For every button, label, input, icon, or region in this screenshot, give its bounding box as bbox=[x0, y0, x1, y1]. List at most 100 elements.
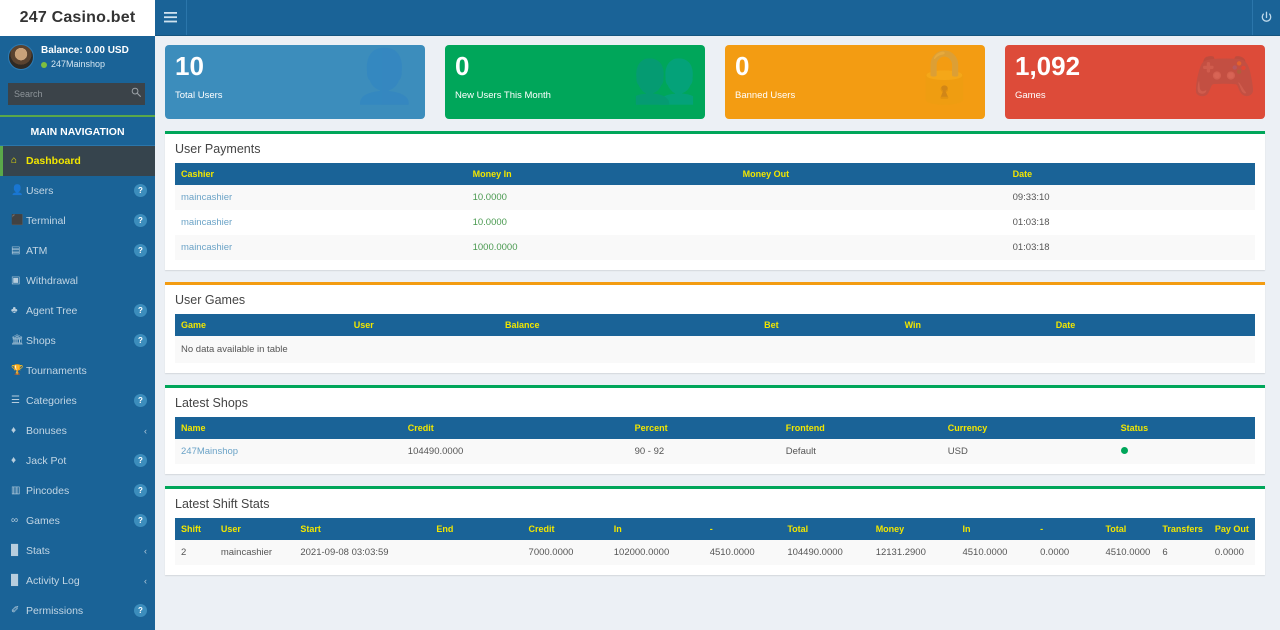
user-icon: 👤 bbox=[11, 185, 26, 196]
chart-icon: █ bbox=[11, 575, 26, 586]
col-date[interactable]: Date bbox=[1007, 163, 1255, 185]
help-badge[interactable]: ? bbox=[134, 604, 147, 617]
stat-box-games[interactable]: 1,092Games🎮 bbox=[1005, 45, 1265, 119]
sidebar-item-label: Games bbox=[26, 515, 134, 527]
users-group-icon: 👥 bbox=[632, 51, 697, 103]
sidebar-item-jack-pot[interactable]: ♦Jack Pot? bbox=[0, 446, 155, 476]
col-bet[interactable]: Bet bbox=[758, 314, 898, 336]
col-money-8[interactable]: Money bbox=[870, 518, 957, 540]
col-user-1[interactable]: User bbox=[215, 518, 295, 540]
cell-shift: 2 bbox=[175, 540, 215, 565]
col-credit[interactable]: Credit bbox=[402, 417, 629, 439]
sidebar-item-atm[interactable]: ▤ATM? bbox=[0, 236, 155, 266]
sidebar-item-shops[interactable]: 🏛Shops? bbox=[0, 326, 155, 356]
app-logo[interactable]: 247 Casino.bet bbox=[0, 0, 155, 36]
cell-money-in: 1000.0000 bbox=[467, 235, 737, 260]
col-money-out[interactable]: Money Out bbox=[737, 163, 1007, 185]
sidebar-item-bonuses[interactable]: ♦Bonuses‹ bbox=[0, 416, 155, 446]
col-frontend[interactable]: Frontend bbox=[780, 417, 942, 439]
col-name[interactable]: Name bbox=[175, 417, 402, 439]
cell-cashier: maincashier bbox=[175, 185, 467, 210]
search-input[interactable] bbox=[14, 89, 131, 99]
sidebar-item-withdrawal[interactable]: ▣Withdrawal bbox=[0, 266, 155, 296]
card-title: Latest Shift Stats bbox=[165, 489, 1265, 518]
help-badge[interactable]: ? bbox=[134, 244, 147, 257]
sidebar-item-agent-tree[interactable]: ♣Agent Tree? bbox=[0, 296, 155, 326]
col-pay-out-13[interactable]: Pay Out bbox=[1209, 518, 1255, 540]
sidebar-item-label: Activity Log bbox=[26, 575, 144, 587]
sidebar-item-api-keys[interactable]: ⚷API Keys? bbox=[0, 626, 155, 630]
stat-boxes: 10Total Users👤 0New Users This Month👥 0Ban… bbox=[165, 45, 1265, 119]
col-status[interactable]: Status bbox=[1115, 417, 1255, 439]
card-latest-shift-stats: Latest Shift Stats ShiftUserStartEndCred… bbox=[165, 486, 1265, 575]
cell-money-out bbox=[737, 235, 1007, 260]
cell-start: 2021-09-08 03:03:59 bbox=[294, 540, 430, 565]
shop-row: 247Mainshop bbox=[41, 59, 129, 71]
card-title: User Games bbox=[165, 285, 1265, 314]
search-box[interactable] bbox=[8, 83, 145, 105]
col-in-5[interactable]: In bbox=[608, 518, 704, 540]
sidebar-item-categories[interactable]: ☰Categories? bbox=[0, 386, 155, 416]
online-status-icon bbox=[41, 62, 47, 68]
col-transfers-12[interactable]: Transfers bbox=[1156, 518, 1209, 540]
help-badge[interactable]: ? bbox=[134, 334, 147, 347]
sidebar-item-dashboard[interactable]: ⌂Dashboard bbox=[0, 146, 155, 176]
stat-box-new-users-this-month[interactable]: 0New Users This Month👥 bbox=[445, 45, 705, 119]
col--10[interactable]: - bbox=[1034, 518, 1099, 540]
col-end-3[interactable]: End bbox=[430, 518, 522, 540]
help-badge[interactable]: ? bbox=[134, 304, 147, 317]
col-win[interactable]: Win bbox=[899, 314, 1050, 336]
help-badge[interactable]: ? bbox=[134, 394, 147, 407]
sidebar-item-stats[interactable]: █Stats‹ bbox=[0, 536, 155, 566]
col-user[interactable]: User bbox=[348, 314, 499, 336]
card-title: Latest Shops bbox=[165, 388, 1265, 417]
chevron-left-icon[interactable]: ‹ bbox=[144, 426, 147, 436]
col-in-9[interactable]: In bbox=[956, 518, 1034, 540]
col-credit-4[interactable]: Credit bbox=[523, 518, 608, 540]
sidebar-item-permissions[interactable]: ✐Permissions? bbox=[0, 596, 155, 626]
sidebar-item-tournaments[interactable]: 🏆Tournaments bbox=[0, 356, 155, 386]
col-balance[interactable]: Balance bbox=[499, 314, 758, 336]
col-cashier[interactable]: Cashier bbox=[175, 163, 467, 185]
help-badge[interactable]: ? bbox=[134, 514, 147, 527]
col-money-in[interactable]: Money In bbox=[467, 163, 737, 185]
cell-transfers: 6 bbox=[1156, 540, 1209, 565]
col-date[interactable]: Date bbox=[1050, 314, 1255, 336]
col-total-11[interactable]: Total bbox=[1099, 518, 1156, 540]
help-badge[interactable]: ? bbox=[134, 214, 147, 227]
cashier-link[interactable]: maincashier bbox=[181, 217, 232, 228]
page-wrapper: Balance: 0.00 USD 247Mainshop MAIN NAVIG… bbox=[0, 36, 1280, 630]
sidebar-profile[interactable]: Balance: 0.00 USD 247Mainshop bbox=[0, 36, 155, 77]
help-badge[interactable]: ? bbox=[134, 184, 147, 197]
search-icon[interactable] bbox=[131, 87, 141, 100]
sidebar-item-terminal[interactable]: ⬛Terminal? bbox=[0, 206, 155, 236]
sidebar-item-label: Categories bbox=[26, 395, 134, 407]
sidebar-item-pincodes[interactable]: ▥Pincodes? bbox=[0, 476, 155, 506]
col-currency[interactable]: Currency bbox=[942, 417, 1115, 439]
cashier-link[interactable]: maincashier bbox=[181, 242, 232, 253]
sidebar-item-label: Permissions bbox=[26, 605, 134, 617]
help-badge[interactable]: ? bbox=[134, 484, 147, 497]
col-percent[interactable]: Percent bbox=[629, 417, 780, 439]
help-badge[interactable]: ? bbox=[134, 454, 147, 467]
cashier-link[interactable]: maincashier bbox=[181, 192, 232, 203]
col-total-7[interactable]: Total bbox=[781, 518, 869, 540]
cell-money-out bbox=[737, 185, 1007, 210]
sidebar-nav-header: MAIN NAVIGATION bbox=[0, 115, 155, 146]
logout-button[interactable] bbox=[1252, 0, 1280, 35]
stat-box-total-users[interactable]: 10Total Users👤 bbox=[165, 45, 425, 119]
shop-link[interactable]: 247Mainshop bbox=[181, 446, 238, 457]
sidebar-toggle-button[interactable] bbox=[155, 0, 187, 35]
chevron-left-icon[interactable]: ‹ bbox=[144, 546, 147, 556]
chevron-left-icon[interactable]: ‹ bbox=[144, 576, 147, 586]
stat-box-banned-users[interactable]: 0Banned Users🔒 bbox=[725, 45, 985, 119]
table-row: maincashier1000.000001:03:18 bbox=[175, 235, 1255, 260]
col-game[interactable]: Game bbox=[175, 314, 348, 336]
sidebar-item-users[interactable]: 👤Users? bbox=[0, 176, 155, 206]
table-row: 247Mainshop104490.000090 - 92DefaultUSD bbox=[175, 439, 1255, 464]
col-start-2[interactable]: Start bbox=[294, 518, 430, 540]
sidebar-item-games[interactable]: ∞Games? bbox=[0, 506, 155, 536]
col--6[interactable]: - bbox=[704, 518, 782, 540]
sidebar-item-activity-log[interactable]: █Activity Log‹ bbox=[0, 566, 155, 596]
col-shift-0[interactable]: Shift bbox=[175, 518, 215, 540]
